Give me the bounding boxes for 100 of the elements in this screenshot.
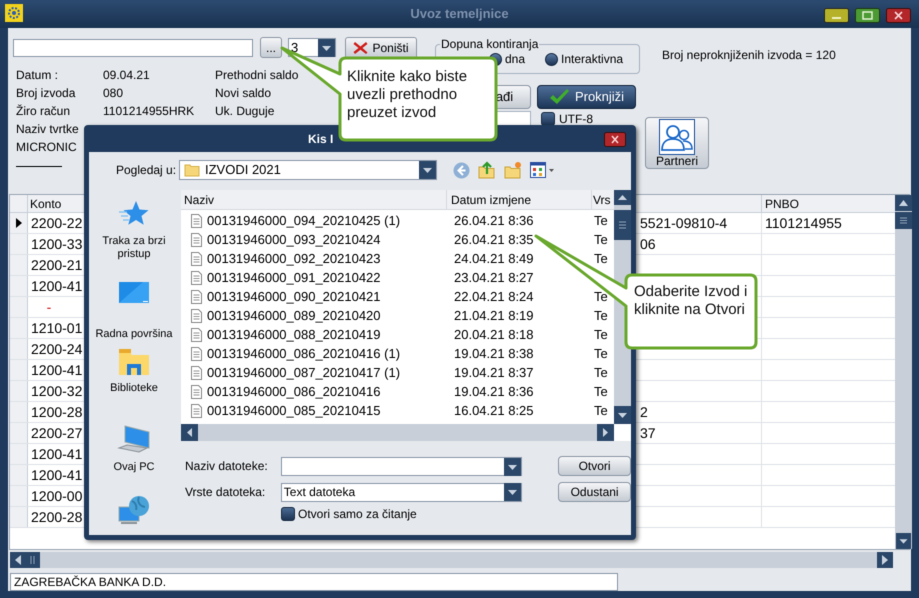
window-title: Uvoz temeljnice <box>410 5 509 24</box>
place-label[interactable]: Traka za brzi pristup <box>89 235 179 261</box>
info-label: Prethodni saldo <box>215 67 298 84</box>
bank-name-field: ZAGREBAČKA BANKA D.D. <box>10 573 618 591</box>
horizontal-scrollbar[interactable] <box>10 552 893 568</box>
dialog-title: Kis I <box>308 130 334 148</box>
network-icon[interactable] <box>117 495 151 526</box>
info-label: Novi saldo <box>215 85 272 102</box>
view-menu-icon[interactable] <box>530 162 556 178</box>
row-header-cell[interactable] <box>10 338 28 359</box>
readonly-checkbox[interactable]: Otvori samo za čitanje <box>281 506 631 522</box>
row-header-cell[interactable] <box>10 402 28 422</box>
scroll-right-icon[interactable] <box>877 552 893 568</box>
row-header-cell[interactable] <box>10 296 28 317</box>
count-combo[interactable]: 3 <box>288 38 336 57</box>
column-header: PNBO <box>764 196 800 212</box>
check-icon <box>548 89 569 105</box>
info-value: 09.04.21 <box>103 67 151 84</box>
folder-icon[interactable] <box>119 349 149 376</box>
x-icon <box>353 40 368 54</box>
folder-icon <box>184 162 200 178</box>
field-label: Vrste datoteka: <box>185 484 266 501</box>
file-row[interactable]: 00131946000_086_20210416 (1) 19.04.21 8:38 Te <box>181 344 614 363</box>
new-folder-icon[interactable] <box>504 161 522 179</box>
file-row[interactable]: 00131946000_085_20210415 16.04.21 8:25 Te <box>181 401 614 420</box>
scroll-thumb-icon[interactable] <box>614 210 631 240</box>
back-icon[interactable] <box>453 162 470 178</box>
callout-text: Odaberite Izvod i kliknite na Otvori <box>634 283 748 319</box>
post-button[interactable]: Proknjiži <box>537 85 636 109</box>
row-header-cell[interactable] <box>10 212 28 233</box>
look-in-label: Pogledaj u: <box>116 162 178 179</box>
file-row[interactable]: 00131946000_090_20210421 22.04.21 8:24 Te <box>181 287 614 306</box>
place-label[interactable]: Biblioteke <box>110 382 158 396</box>
file-row[interactable]: 00131946000_091_20210422 23.04.21 8:27 <box>181 268 614 287</box>
document-icon <box>191 308 202 322</box>
column-header[interactable]: Datum izmjene <box>447 190 592 209</box>
file-row[interactable]: 00131946000_092_20210423 24.04.21 8:49 Te <box>181 249 614 268</box>
info-label: Datum : <box>16 67 60 84</box>
group-title: Dopuna kontiranja <box>440 36 540 52</box>
scroll-down-icon[interactable] <box>614 406 631 424</box>
folder-combo[interactable]: IZVODI 2021 <box>179 160 437 180</box>
close-button[interactable] <box>886 8 911 23</box>
row-header-cell[interactable] <box>10 276 28 296</box>
cancel-button[interactable]: Poništi <box>345 36 417 58</box>
scroll-left-icon[interactable] <box>10 552 42 568</box>
status-text: Broj neproknjiženih izvoda = 120 <box>662 47 836 64</box>
file-type-combo[interactable]: Text datoteka <box>280 482 522 502</box>
callout-text: Kliknite kako biste uvezli prethodno preuzet izvod <box>347 68 468 122</box>
file-row[interactable]: 00131946000_086_20210416 19.04.21 8:36 Te <box>181 382 614 401</box>
scroll-left-icon[interactable] <box>181 424 198 441</box>
row-header-cell[interactable] <box>10 422 28 443</box>
row-header-cell[interactable] <box>10 254 28 275</box>
place-label[interactable]: Radna površina <box>95 328 173 341</box>
file-row[interactable]: 00131946000_093_20210424 26.04.21 8:35 Te <box>181 230 614 249</box>
partners-button[interactable]: Partneri <box>645 117 709 169</box>
row-header-cell[interactable] <box>10 486 28 506</box>
info-label: Broj izvoda <box>16 85 76 102</box>
scroll-up-icon[interactable] <box>614 190 631 210</box>
document-icon <box>191 384 202 398</box>
close-button[interactable] <box>604 132 626 147</box>
horizontal-scrollbar[interactable] <box>181 424 614 441</box>
vertical-scrollbar[interactable] <box>895 194 912 549</box>
document-icon <box>191 290 202 304</box>
column-header[interactable]: Vrs <box>592 190 614 209</box>
row-header-cell[interactable] <box>10 380 28 401</box>
document-icon <box>191 232 202 246</box>
info-label: MICRONIC <box>16 139 78 156</box>
desktop-icon[interactable] <box>119 282 149 304</box>
maximize-button[interactable] <box>855 8 880 23</box>
browse-button[interactable]: ... <box>260 37 282 58</box>
file-row[interactable]: 00131946000_089_20210420 21.04.21 8:19 Te <box>181 306 614 325</box>
column-header[interactable]: Naziv <box>181 190 447 209</box>
minimize-button[interactable] <box>824 8 849 23</box>
document-icon <box>191 270 202 284</box>
field-label: Naziv datoteke: <box>185 458 269 475</box>
path-field[interactable] <box>13 38 253 56</box>
info-label: Žiro račun <box>16 103 72 120</box>
current-row-icon <box>16 218 22 228</box>
file-row[interactable]: 00131946000_087_20210417 (1) 19.04.21 8:37 Te <box>181 363 614 382</box>
info-value: 1101214955HRK <box>103 103 196 120</box>
radio-button[interactable]: Interaktivna <box>545 50 624 68</box>
row-header-cell[interactable] <box>10 444 28 464</box>
cancel-button[interactable]: Odustani <box>558 482 631 502</box>
file-row[interactable]: 00131946000_094_20210425 (1) 26.04.21 8:36 Te <box>181 211 614 230</box>
scroll-up-icon[interactable] <box>895 194 912 229</box>
place-label[interactable]: Ovaj PC <box>114 460 154 474</box>
file-name-field[interactable] <box>280 456 522 476</box>
open-button[interactable]: Otvori <box>558 456 631 476</box>
row-header-cell[interactable] <box>10 360 28 380</box>
folder-up-icon[interactable] <box>478 161 496 179</box>
computer-icon[interactable] <box>117 424 151 454</box>
row-header-cell[interactable] <box>10 464 28 485</box>
document-icon <box>191 366 202 380</box>
file-row[interactable]: 00131946000_088_20210419 20.04.21 8:18 Te <box>181 325 614 344</box>
row-header-cell[interactable] <box>10 506 28 527</box>
scroll-right-icon[interactable] <box>597 424 614 441</box>
info-label: Uk. Duguje <box>215 103 274 120</box>
row-header-cell[interactable] <box>10 318 28 338</box>
scroll-down-icon[interactable] <box>895 533 912 549</box>
row-header-cell[interactable] <box>10 234 28 254</box>
